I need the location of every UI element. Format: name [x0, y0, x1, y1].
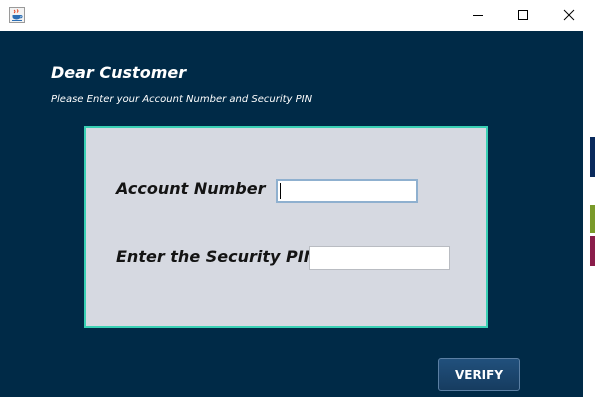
background-window-edge	[590, 137, 595, 177]
verify-button[interactable]: VERIFY	[438, 358, 520, 391]
login-form-panel: Account Number Enter the Security PIN	[84, 126, 488, 328]
minimize-button[interactable]	[455, 0, 501, 31]
maximize-icon	[517, 6, 529, 25]
close-icon	[563, 6, 575, 25]
maximize-button[interactable]	[500, 0, 546, 31]
security-pin-label: Enter the Security PIN	[116, 247, 318, 266]
background-window-edge	[590, 205, 595, 233]
minimize-icon	[472, 6, 484, 25]
app-window: Dear Customer Please Enter your Account …	[0, 0, 595, 401]
security-pin-input[interactable]	[309, 246, 450, 270]
window-bottom-edge	[0, 397, 583, 401]
java-cup-icon	[9, 7, 25, 23]
background-window-edge	[590, 236, 595, 266]
instruction-text: Please Enter your Account Number and Sec…	[51, 94, 313, 105]
account-number-input[interactable]	[276, 179, 418, 203]
text-caret	[280, 183, 281, 199]
account-number-label: Account Number	[116, 179, 266, 198]
greeting-heading: Dear Customer	[51, 63, 187, 82]
close-button[interactable]	[546, 0, 592, 31]
title-bar[interactable]	[0, 0, 595, 31]
